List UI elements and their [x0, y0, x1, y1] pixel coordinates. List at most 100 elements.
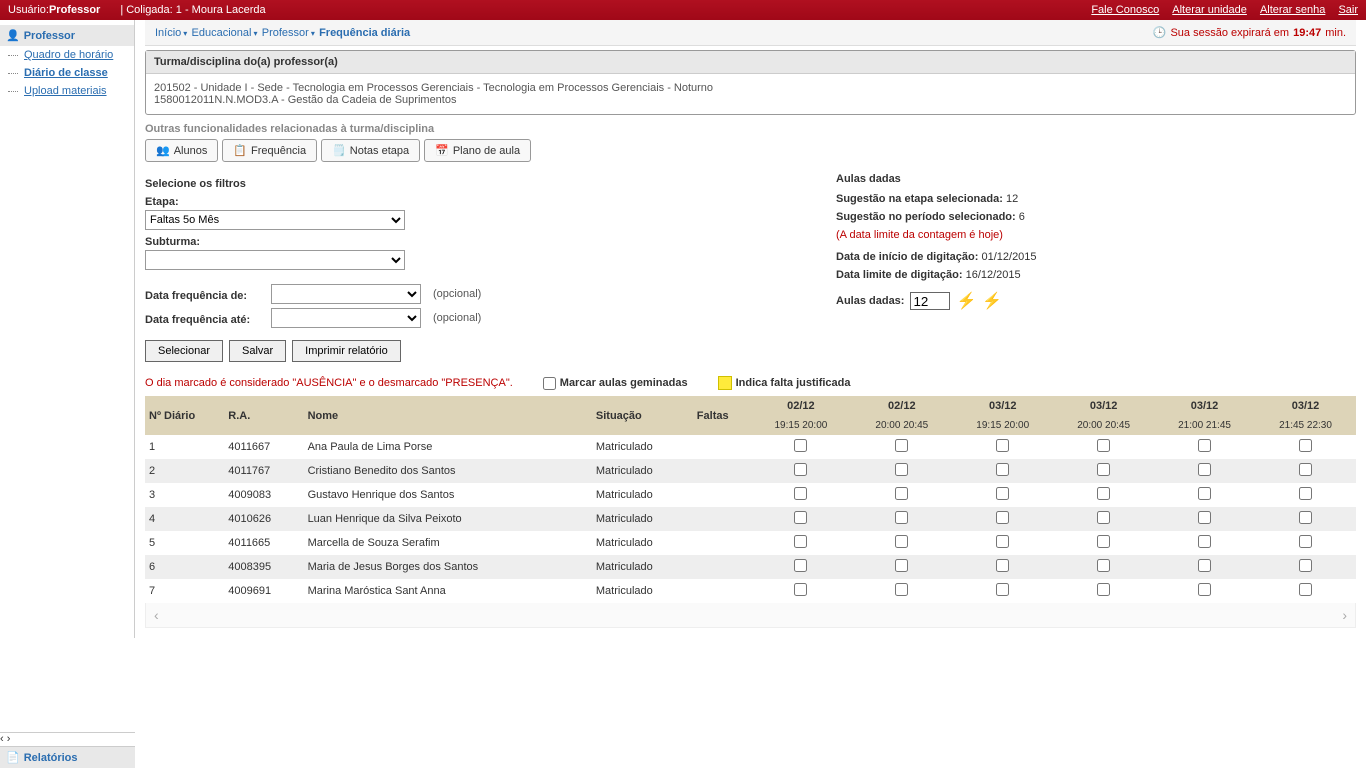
attendance-checkbox[interactable] [996, 535, 1009, 548]
people-icon: 👥 [156, 144, 170, 157]
attendance-checkbox[interactable] [996, 439, 1009, 452]
table-scroll[interactable]: ‹› [145, 603, 1356, 628]
table-row: 64008395Maria de Jesus Borges dos Santos… [145, 555, 1356, 579]
col-ra: R.A. [224, 396, 303, 435]
subturma-select[interactable] [145, 250, 405, 270]
tab-frequencia[interactable]: 📋Frequência [222, 139, 317, 162]
geminadas-checkbox-label[interactable]: Marcar aulas geminadas [543, 377, 688, 390]
attendance-checkbox[interactable] [1097, 487, 1110, 500]
date-header-5: 03/12 [1255, 396, 1356, 416]
sidebar-item-2[interactable]: Upload materiais [0, 82, 134, 100]
attendance-checkbox[interactable] [1299, 559, 1312, 572]
attendance-checkbox[interactable] [895, 463, 908, 476]
attendance-checkbox[interactable] [996, 559, 1009, 572]
sidebar-item-0[interactable]: Quadro de horário [0, 46, 134, 64]
attendance-checkbox[interactable] [794, 535, 807, 548]
attendance-checkbox[interactable] [1097, 511, 1110, 524]
attendance-checkbox[interactable] [794, 583, 807, 596]
sidebar-scroll[interactable]: ‹ › [0, 732, 135, 746]
attendance-checkbox[interactable] [1299, 535, 1312, 548]
lightning-blue-icon[interactable]: ⚡ [982, 291, 1002, 311]
attendance-checkbox[interactable] [895, 487, 908, 500]
table-row: 54011665Marcella de Souza SerafimMatricu… [145, 531, 1356, 555]
attendance-checkbox[interactable] [1097, 559, 1110, 572]
geminadas-checkbox[interactable] [543, 377, 556, 390]
etapa-label: Etapa: [145, 196, 765, 208]
attendance-checkbox[interactable] [794, 463, 807, 476]
attendance-checkbox[interactable] [895, 511, 908, 524]
subturma-label: Subturma: [145, 236, 765, 248]
date-header-3: 03/12 [1053, 396, 1154, 416]
date-to-input[interactable] [271, 308, 421, 328]
link-alterar-unidade[interactable]: Alterar unidade [1172, 4, 1247, 16]
link-sair[interactable]: Sair [1338, 4, 1358, 16]
tab-plano[interactable]: 📅Plano de aula [424, 139, 531, 162]
top-bar: Usuário:Professor | Coligada: 1 - Moura … [0, 0, 1366, 20]
breadcrumb-bar: Início▾ Educacional▾ Professor▾ Frequênc… [145, 20, 1356, 46]
time-header-4: 21:00 21:45 [1154, 416, 1255, 435]
scroll-left-icon[interactable]: ‹ [154, 607, 159, 623]
attendance-checkbox[interactable] [1198, 439, 1211, 452]
date-from-input[interactable] [271, 284, 421, 304]
attendance-checkbox[interactable] [1299, 511, 1312, 524]
attendance-checkbox[interactable] [996, 487, 1009, 500]
link-alterar-senha[interactable]: Alterar senha [1260, 4, 1325, 16]
tab-alunos[interactable]: 👥Alunos [145, 139, 218, 162]
attendance-checkbox[interactable] [1097, 463, 1110, 476]
attendance-checkbox[interactable] [895, 559, 908, 572]
attendance-checkbox[interactable] [794, 439, 807, 452]
lightning-icon[interactable]: ⚡ [956, 291, 976, 311]
attendance-checkbox[interactable] [794, 559, 807, 572]
col-faltas: Faltas [693, 396, 751, 435]
select-button[interactable]: Selecionar [145, 340, 223, 362]
scroll-right-icon[interactable]: › [1342, 607, 1347, 623]
attendance-checkbox[interactable] [996, 463, 1009, 476]
tab-notas[interactable]: 🗒️Notas etapa [321, 139, 420, 162]
save-button[interactable]: Salvar [229, 340, 286, 362]
grades-icon: 🗒️ [332, 144, 346, 157]
attendance-checkbox[interactable] [794, 511, 807, 524]
time-header-1: 20:00 20:45 [851, 416, 952, 435]
optional-1: (opcional) [433, 288, 481, 300]
attendance-checkbox[interactable] [996, 583, 1009, 596]
attendance-checkbox[interactable] [895, 583, 908, 596]
link-fale-conosco[interactable]: Fale Conosco [1091, 4, 1159, 16]
attendance-checkbox[interactable] [1097, 535, 1110, 548]
attendance-checkbox[interactable] [996, 511, 1009, 524]
date-from-label: Data frequência de: [145, 290, 265, 302]
col-nome: Nome [304, 396, 592, 435]
attendance-checkbox[interactable] [1198, 463, 1211, 476]
attendance-icon: 📋 [233, 144, 247, 157]
etapa-select[interactable]: Faltas 5o Mês [145, 210, 405, 230]
aulas-dadas-input[interactable] [910, 292, 950, 310]
time-header-5: 21:45 22:30 [1255, 416, 1356, 435]
breadcrumb: Início▾ Educacional▾ Professor▾ Frequênc… [155, 27, 412, 39]
attendance-checkbox[interactable] [1198, 583, 1211, 596]
attendance-checkbox[interactable] [794, 487, 807, 500]
attendance-checkbox[interactable] [1299, 439, 1312, 452]
sidebar-item-1[interactable]: Diário de classe [0, 64, 134, 82]
attendance-checkbox[interactable] [1198, 511, 1211, 524]
attendance-checkbox[interactable] [895, 535, 908, 548]
attendance-checkbox[interactable] [1198, 535, 1211, 548]
attendance-checkbox[interactable] [1299, 463, 1312, 476]
attendance-grid: Nº DiárioR.A.NomeSituaçãoFaltas02/1202/1… [145, 396, 1356, 603]
crumb-0[interactable]: Início [155, 27, 181, 39]
attendance-checkbox[interactable] [1198, 559, 1211, 572]
sidebar-header[interactable]: 👤 Professor [0, 25, 134, 46]
time-header-3: 20:00 20:45 [1053, 416, 1154, 435]
sidebar-footer-relatorios[interactable]: 📄 Relatórios [0, 746, 135, 768]
optional-2: (opcional) [433, 312, 481, 324]
attendance-checkbox[interactable] [1097, 439, 1110, 452]
attendance-checkbox[interactable] [1299, 487, 1312, 500]
crumb-1[interactable]: Educacional [192, 27, 252, 39]
panel-turma: Turma/disciplina do(a) professor(a) 2015… [145, 50, 1356, 115]
table-row: 74009691Marina Maróstica Sant AnnaMatric… [145, 579, 1356, 603]
crumb-2[interactable]: Professor [262, 27, 309, 39]
attendance-checkbox[interactable] [1198, 487, 1211, 500]
attendance-checkbox[interactable] [1299, 583, 1312, 596]
attendance-checkbox[interactable] [895, 439, 908, 452]
print-button[interactable]: Imprimir relatório [292, 340, 401, 362]
aulas-title: Aulas dadas [836, 173, 1037, 185]
attendance-checkbox[interactable] [1097, 583, 1110, 596]
